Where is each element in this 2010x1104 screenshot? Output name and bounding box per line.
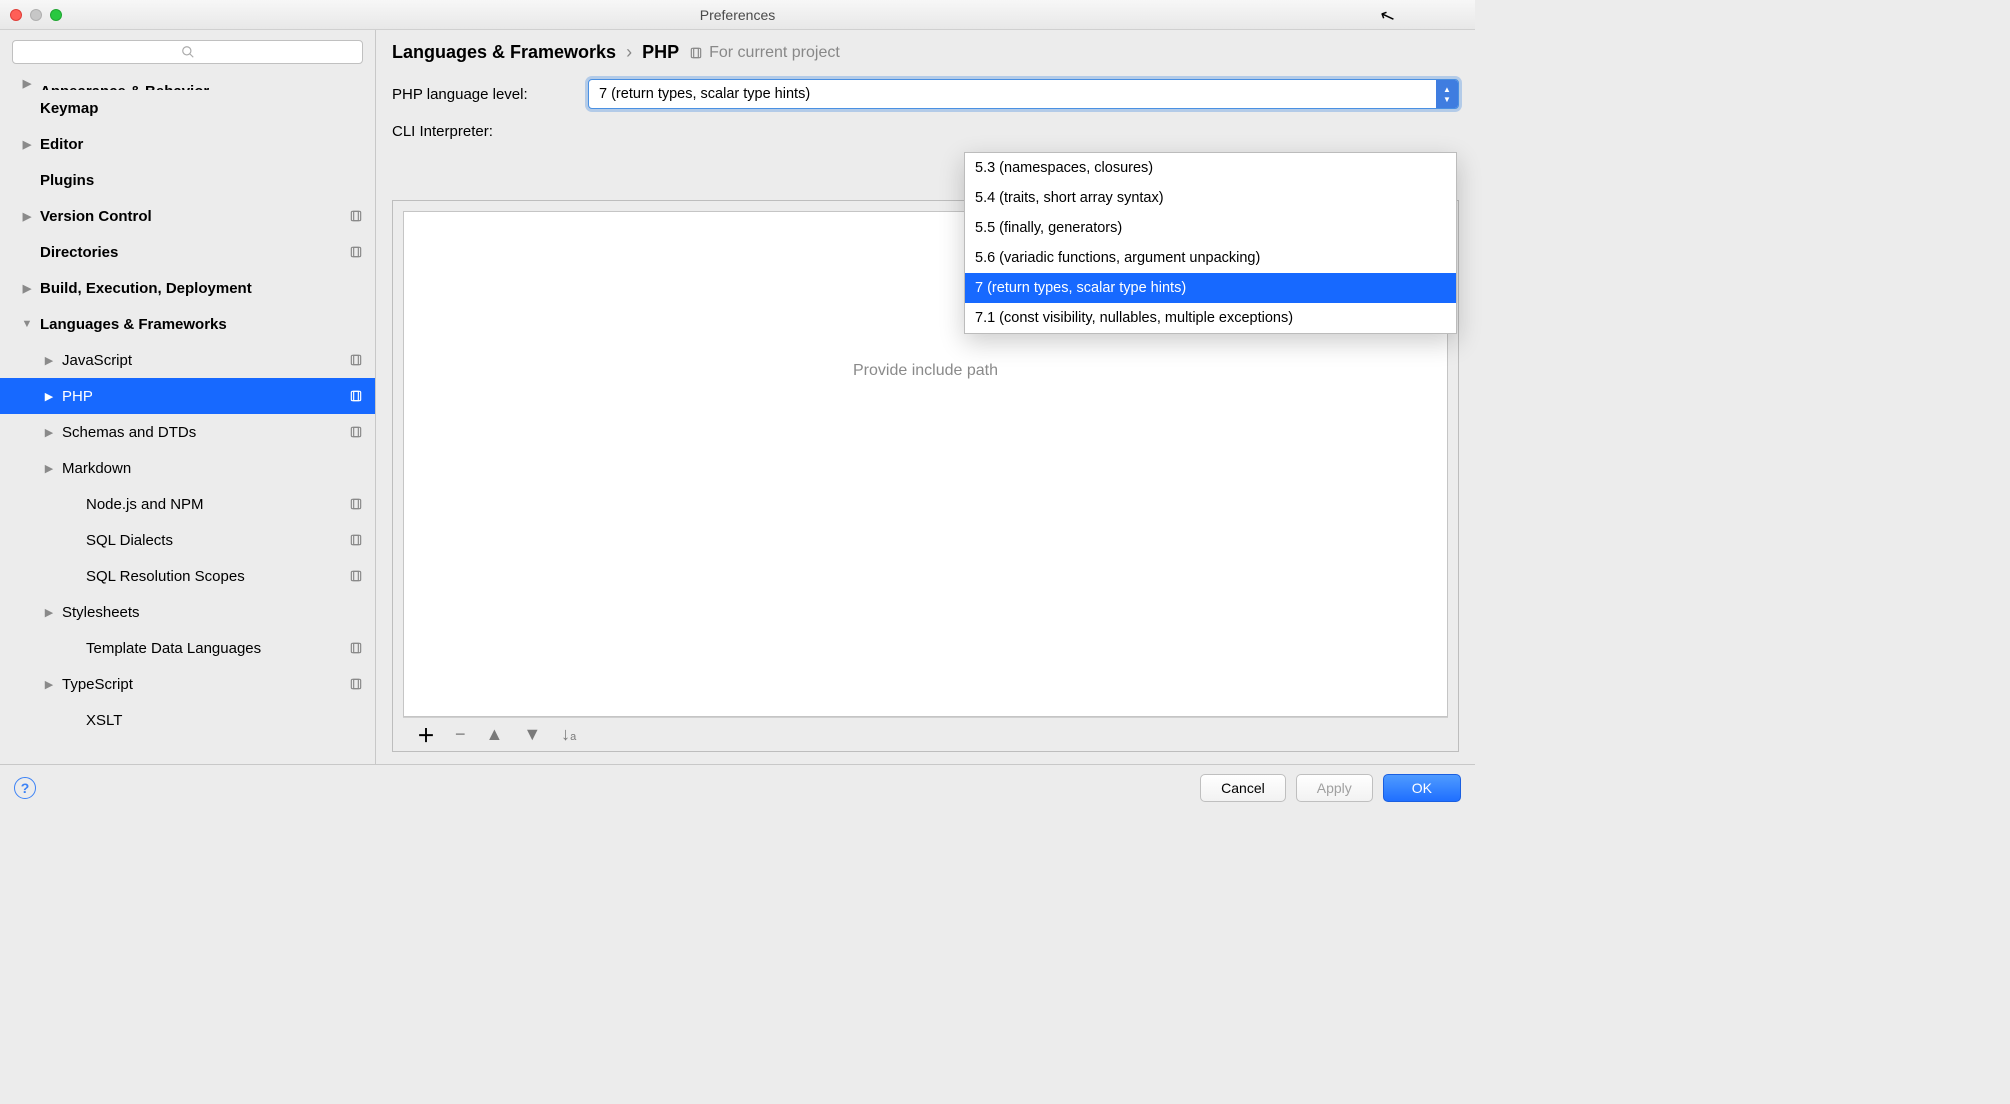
apply-button[interactable]: Apply: [1296, 774, 1373, 802]
sidebar-item-plugins[interactable]: Plugins: [0, 162, 375, 198]
sidebar-item-keymap[interactable]: Keymap: [0, 90, 375, 126]
sidebar-item-schemas-and-dtds[interactable]: ▶ Schemas and DTDs: [0, 414, 375, 450]
breadcrumb-scope: For current project: [689, 44, 840, 62]
include-path-toolbar: ＋ − ▲ ▼ ↓a: [403, 717, 1448, 751]
tree-arrow-icon: ▶: [42, 462, 56, 475]
move-down-button[interactable]: ▼: [523, 724, 541, 745]
breadcrumb-leaf: PHP: [642, 42, 679, 63]
tree-arrow-icon: ▶: [42, 678, 56, 691]
sidebar-item-version-control[interactable]: ▶ Version Control: [0, 198, 375, 234]
sidebar-item-label: Keymap: [40, 100, 363, 117]
sidebar-item-directories[interactable]: Directories: [0, 234, 375, 270]
project-scope-icon: [349, 209, 363, 223]
project-scope-icon: [689, 46, 703, 60]
dropdown-option[interactable]: 5.5 (finally, generators): [965, 213, 1456, 243]
cancel-button[interactable]: Cancel: [1200, 774, 1286, 802]
sidebar-item-label: Node.js and NPM: [86, 496, 349, 513]
project-scope-icon: [349, 425, 363, 439]
ok-button[interactable]: OK: [1383, 774, 1461, 802]
project-scope-icon: [349, 245, 363, 259]
sidebar-item-typescript[interactable]: ▶ TypeScript: [0, 666, 375, 702]
dropdown-option[interactable]: 5.3 (namespaces, closures): [965, 153, 1456, 183]
tree-arrow-icon: ▶: [42, 390, 56, 403]
tree-arrow-icon: ▶: [20, 138, 34, 151]
sidebar-item-sql-dialects[interactable]: SQL Dialects: [0, 522, 375, 558]
tree-arrow-icon: ▼: [20, 318, 34, 330]
sidebar-item-label: TypeScript: [62, 676, 349, 693]
project-scope-icon: [349, 389, 363, 403]
sidebar-item-languages-frameworks[interactable]: ▼ Languages & Frameworks: [0, 306, 375, 342]
breadcrumb-root[interactable]: Languages & Frameworks: [392, 42, 616, 63]
sidebar-item-sql-resolution-scopes[interactable]: SQL Resolution Scopes: [0, 558, 375, 594]
cli-interpreter-label: CLI Interpreter:: [392, 123, 588, 140]
tree-arrow-icon: ▶: [20, 77, 34, 90]
sort-button[interactable]: ↓a: [561, 724, 576, 745]
combo-arrows-icon[interactable]: ▲▼: [1436, 80, 1458, 108]
sidebar-item-label: Schemas and DTDs: [62, 424, 349, 441]
sidebar-item-label: Plugins: [40, 172, 363, 189]
help-button[interactable]: ?: [14, 777, 36, 799]
project-scope-icon: [349, 677, 363, 691]
sidebar-item-label: XSLT: [86, 712, 363, 729]
breadcrumb-scope-text: For current project: [709, 44, 840, 62]
tree-arrow-icon: ▶: [42, 426, 56, 439]
sidebar-item-label: SQL Resolution Scopes: [86, 568, 349, 585]
sidebar-item-label: SQL Dialects: [86, 532, 349, 549]
dropdown-option[interactable]: 7 (return types, scalar type hints): [965, 273, 1456, 303]
search-input[interactable]: [12, 40, 363, 64]
sidebar-item-label: PHP: [62, 388, 349, 405]
dropdown-option[interactable]: 5.6 (variadic functions, argument unpack…: [965, 243, 1456, 273]
sidebar-item-label: Editor: [40, 136, 363, 153]
tree-arrow-icon: ▶: [42, 354, 56, 367]
window-title: Preferences: [0, 7, 1475, 23]
project-scope-icon: [349, 641, 363, 655]
main-panel: Languages & Frameworks › PHP For current…: [376, 30, 1475, 764]
sidebar-item-label: Build, Execution, Deployment: [40, 280, 363, 297]
sidebar-item-label: Appearance & Behavior: [40, 83, 363, 90]
dropdown-option[interactable]: 7.1 (const visibility, nullables, multip…: [965, 303, 1456, 333]
sidebar: ▶ Appearance & Behavior Keymap ▶ Editor Plugi…: [0, 30, 376, 764]
php-language-level-row: PHP language level: 7 (return types, sca…: [392, 79, 1459, 109]
sidebar-item-editor[interactable]: ▶ Editor: [0, 126, 375, 162]
move-up-button[interactable]: ▲: [486, 724, 504, 745]
php-language-level-dropdown: 5.3 (namespaces, closures)5.4 (traits, s…: [964, 152, 1457, 334]
project-scope-icon: [349, 353, 363, 367]
tree-arrow-icon: ▶: [20, 282, 34, 295]
sidebar-item-template-data-languages[interactable]: Template Data Languages: [0, 630, 375, 666]
project-scope-icon: [349, 533, 363, 547]
php-language-level-value: 7 (return types, scalar type hints): [589, 86, 1436, 102]
sidebar-item-label: Directories: [40, 244, 349, 261]
search-icon: [181, 45, 195, 59]
dialog-footer: ? Cancel Apply OK: [0, 764, 1475, 810]
sidebar-item-node-js-and-npm[interactable]: Node.js and NPM: [0, 486, 375, 522]
breadcrumb-sep: ›: [626, 42, 632, 63]
sidebar-item-label: Template Data Languages: [86, 640, 349, 657]
cli-interpreter-row: CLI Interpreter:: [392, 123, 1459, 140]
sidebar-item-javascript[interactable]: ▶ JavaScript: [0, 342, 375, 378]
sidebar-item-php[interactable]: ▶ PHP: [0, 378, 375, 414]
sidebar-item-appearance-behavior[interactable]: ▶ Appearance & Behavior: [0, 72, 375, 90]
titlebar: Preferences ↖: [0, 0, 1475, 30]
sidebar-item-label: JavaScript: [62, 352, 349, 369]
sidebar-item-label: Languages & Frameworks: [40, 316, 363, 333]
php-language-level-combo[interactable]: 7 (return types, scalar type hints) ▲▼: [588, 79, 1459, 109]
settings-tree: ▶ Appearance & Behavior Keymap ▶ Editor Plugi…: [0, 70, 375, 764]
tree-arrow-icon: ▶: [42, 606, 56, 619]
sidebar-item-label: Stylesheets: [62, 604, 363, 621]
sidebar-item-label: Version Control: [40, 208, 349, 225]
remove-button[interactable]: −: [455, 724, 466, 745]
add-button[interactable]: ＋: [417, 722, 435, 748]
php-language-level-label: PHP language level:: [392, 86, 588, 103]
dropdown-option[interactable]: 5.4 (traits, short array syntax): [965, 183, 1456, 213]
sidebar-item-label: Markdown: [62, 460, 363, 477]
project-scope-icon: [349, 569, 363, 583]
sidebar-item-stylesheets[interactable]: ▶ Stylesheets: [0, 594, 375, 630]
include-path-placeholder: Provide include path: [853, 362, 998, 380]
project-scope-icon: [349, 497, 363, 511]
sidebar-item-markdown[interactable]: ▶ Markdown: [0, 450, 375, 486]
tree-arrow-icon: ▶: [20, 210, 34, 223]
sidebar-item-build-execution-deployment[interactable]: ▶ Build, Execution, Deployment: [0, 270, 375, 306]
breadcrumb: Languages & Frameworks › PHP For current…: [392, 42, 1459, 63]
sidebar-item-xslt[interactable]: XSLT: [0, 702, 375, 738]
